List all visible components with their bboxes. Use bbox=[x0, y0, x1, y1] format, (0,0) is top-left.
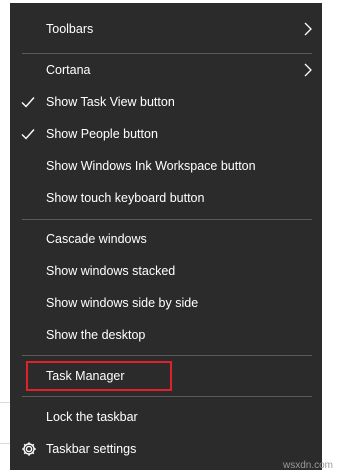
menu-item-show-people-button[interactable]: Show People button bbox=[10, 119, 322, 149]
menu-separator bbox=[22, 396, 312, 397]
menu-item-show-windows-ink-workspace-button[interactable]: Show Windows Ink Workspace button bbox=[10, 151, 322, 181]
menu-item-show-windows-side-by-side[interactable]: Show windows side by side bbox=[10, 288, 322, 318]
menu-item-label: Show People button bbox=[46, 127, 158, 141]
menu-item-show-the-desktop[interactable]: Show the desktop bbox=[10, 320, 322, 350]
menu-separator bbox=[22, 355, 312, 356]
menu-item-cascade-windows[interactable]: Cascade windows bbox=[10, 224, 322, 254]
menu-item-lock-the-taskbar[interactable]: Lock the taskbar bbox=[10, 402, 322, 432]
gear-icon bbox=[22, 442, 36, 456]
menu-item-show-windows-stacked[interactable]: Show windows stacked bbox=[10, 256, 322, 286]
menu-item-label: Show touch keyboard button bbox=[46, 191, 205, 205]
menu-item-label: Cascade windows bbox=[46, 232, 147, 246]
menu-item-label: Toolbars bbox=[46, 22, 94, 36]
menu-item-label: Show windows side by side bbox=[46, 296, 199, 310]
menu-item-label: Show Windows Ink Workspace button bbox=[46, 159, 256, 173]
menu-item-toolbars[interactable]: Toolbars bbox=[10, 14, 322, 44]
taskbar-context-menu: Toolbars Cortana Show Task View button S… bbox=[10, 3, 322, 470]
menu-item-label: Show Task View button bbox=[46, 95, 175, 109]
checkmark-icon bbox=[21, 129, 35, 140]
menu-item-show-touch-keyboard-button[interactable]: Show touch keyboard button bbox=[10, 183, 322, 213]
checkmark-icon bbox=[21, 97, 35, 108]
menu-item-label: Lock the taskbar bbox=[46, 410, 138, 424]
menu-item-label: Taskbar settings bbox=[46, 442, 137, 456]
menu-item-label: Cortana bbox=[46, 63, 91, 77]
menu-separator bbox=[22, 53, 312, 54]
menu-item-show-task-view-button[interactable]: Show Task View button bbox=[10, 87, 322, 117]
task-manager-highlight-box bbox=[26, 361, 172, 391]
menu-item-taskbar-settings[interactable]: Taskbar settings bbox=[10, 434, 322, 464]
menu-separator bbox=[22, 219, 312, 220]
chevron-right-icon bbox=[304, 63, 312, 77]
watermark-text: wsxdn.com bbox=[282, 460, 333, 471]
menu-item-cortana[interactable]: Cortana bbox=[10, 55, 322, 85]
menu-item-label: Show windows stacked bbox=[46, 264, 176, 278]
chevron-right-icon bbox=[304, 22, 312, 36]
menu-item-label: Show the desktop bbox=[46, 328, 146, 342]
